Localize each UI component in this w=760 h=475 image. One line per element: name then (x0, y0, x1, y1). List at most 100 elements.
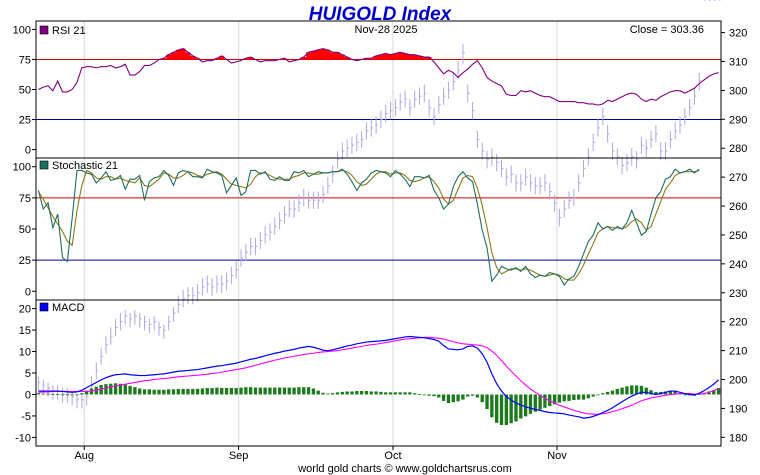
macd-histogram-bar (75, 394, 79, 396)
macd-histogram-bar (408, 392, 412, 395)
macd-histogram-bar (297, 387, 301, 395)
macd-histogram-bar (220, 388, 224, 395)
macd-histogram-bar (461, 394, 465, 400)
macd-histogram-bar (572, 394, 576, 401)
macd-histogram-bar (605, 391, 610, 395)
macd-histogram-bar (258, 387, 262, 395)
macd-histogram-bar (485, 394, 489, 410)
macd-histogram-bar (403, 392, 407, 395)
macd-histogram-bar (316, 390, 320, 395)
macd-histogram-bar (601, 393, 605, 395)
macd-histogram-bar (591, 394, 595, 397)
rsi-legend-label: RSI 21 (52, 25, 86, 37)
stochastic-tick-label: 50 (19, 224, 31, 236)
macd-histogram-bar (46, 393, 50, 395)
macd-histogram-bar (359, 391, 364, 395)
x-tick-label: Oct (384, 450, 401, 462)
macd-histogram-bar (249, 387, 253, 395)
macd-histogram-bar (60, 394, 65, 396)
macd-histogram-bar (355, 391, 359, 395)
macd-histogram-bar (437, 394, 441, 398)
chart-date: Nov-28 2025 (355, 24, 418, 36)
macd-histogram-bar (186, 388, 190, 395)
macd-histogram-bar (388, 392, 393, 395)
macd-histogram-bar (557, 394, 562, 403)
macd-histogram-bar (543, 394, 547, 408)
macd-histogram-bar (625, 386, 629, 395)
huigold-chart: HUIGOLD Index Nov-28 2025 Close = 303.36… (0, 0, 760, 475)
macd-histogram-bar (191, 388, 195, 395)
macd-histogram-bar (104, 384, 108, 395)
macd-histogram-bar (229, 388, 234, 395)
price-tick-label: 200 (729, 375, 747, 387)
macd-histogram-bar (109, 383, 113, 395)
macd-tick-label: 20 (19, 304, 31, 316)
macd-histogram-bar (384, 392, 388, 395)
macd-histogram-bar (292, 387, 296, 395)
macd-histogram-bar (398, 392, 402, 395)
macd-histogram-bar (162, 389, 166, 395)
macd-histogram-bar (147, 389, 152, 395)
macd-histogram-bar (504, 394, 508, 425)
macd-histogram-bar (644, 387, 648, 395)
macd-histogram-bar (181, 388, 185, 395)
macd-histogram-bar (306, 387, 311, 395)
macd-histogram-bar (480, 394, 484, 403)
chart-stage: HUIGOLD Index Nov-28 2025 Close = 303.36… (0, 0, 760, 475)
macd-histogram-bar (176, 388, 180, 395)
macd-histogram-bar (422, 394, 426, 396)
x-tick-label: Sep (229, 450, 249, 462)
price-tick-label: 320 (729, 28, 747, 40)
price-tick-label: 260 (729, 201, 747, 213)
macd-histogram-bar (287, 387, 291, 395)
macd-histogram-bar (567, 394, 571, 401)
macd-histogram-bar (56, 394, 60, 395)
macd-histogram-bar (519, 394, 523, 419)
price-tick-label: 240 (729, 259, 747, 271)
macd-histogram-bar (417, 394, 422, 395)
macd-histogram-bar (630, 385, 634, 395)
macd-histogram-bar (466, 394, 470, 397)
macd-histogram-bar (427, 394, 431, 396)
footer-credit: world gold charts © www.goldchartsrus.co… (297, 463, 512, 475)
macd-histogram-bar (432, 394, 436, 397)
macd-histogram-bar (581, 394, 586, 400)
macd-histogram-bar (523, 394, 528, 417)
x-tick-label: Aug (74, 450, 94, 462)
macd-histogram-bar (171, 389, 176, 395)
rsi-tick-label: 100 (13, 24, 31, 36)
macd-histogram-bar (195, 388, 200, 395)
stochastic-tick-label: 75 (19, 193, 31, 205)
price-tick-label: 230 (729, 288, 747, 300)
stochastic-legend-label: Stochastic 21 (52, 160, 118, 172)
macd-tick-label: -5 (21, 411, 31, 423)
macd-histogram-bar (321, 392, 325, 395)
macd-histogram-bar (499, 394, 504, 425)
macd-legend-label: MACD (52, 302, 84, 314)
macd-tick-label: -10 (15, 432, 31, 444)
macd-histogram-bar (51, 394, 55, 395)
macd-tick-label: 5 (25, 368, 31, 380)
macd-histogram-bar (364, 391, 369, 395)
macd-histogram-bar (490, 394, 494, 418)
stochastic-tick-label: 100 (13, 162, 31, 174)
price-tick-label: 250 (729, 230, 747, 242)
macd-histogram-bar (495, 394, 499, 423)
macd-legend-swatch (39, 302, 49, 312)
macd-histogram-bar (152, 389, 156, 395)
macd-histogram-bar (326, 393, 330, 395)
macd-histogram-bar (413, 393, 417, 395)
x-tick-label: Nov (547, 450, 567, 462)
macd-histogram-bar (113, 383, 118, 395)
stochastic-tick-label: 25 (19, 255, 31, 267)
price-tick-label: 300 (729, 85, 747, 97)
macd-histogram-bar (369, 391, 373, 395)
macd-histogram-bar (224, 388, 229, 395)
price-tick-label: 310 (729, 56, 747, 68)
macd-tick-label: 0 (25, 389, 31, 401)
macd-histogram-bar (167, 389, 171, 395)
macd-histogram-bar (596, 394, 600, 396)
close-value-label: Close = 303.36 (630, 24, 704, 36)
macd-histogram-bar (446, 394, 451, 404)
macd-histogram-bar (340, 391, 344, 395)
